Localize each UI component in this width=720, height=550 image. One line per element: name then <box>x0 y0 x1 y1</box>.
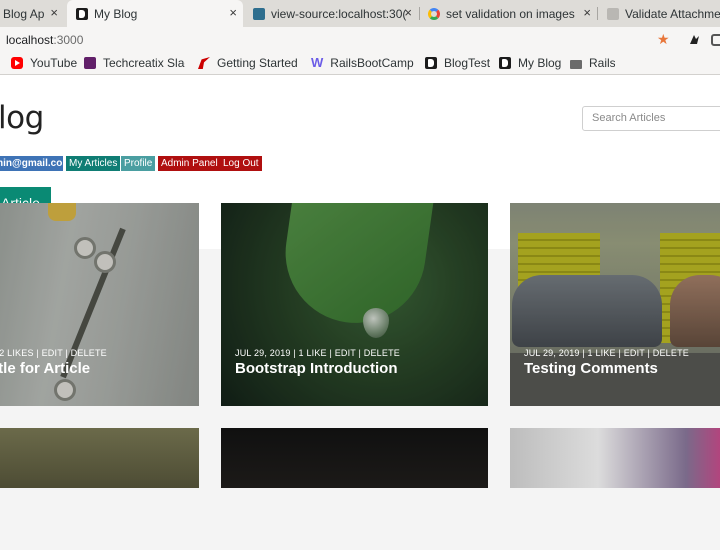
bookmark-railsbootcamp[interactable]: W RailsBootCamp <box>311 56 414 70</box>
logout-link[interactable]: Log Out <box>220 156 262 171</box>
tab-title: set validation on images <box>446 6 575 21</box>
article-title[interactable]: Bootstrap Introduction <box>235 360 397 377</box>
bookmark-label: YouTube <box>30 56 78 70</box>
article-meta: JUL 29, 2019 | 1 LIKE | EDIT | DELETE <box>235 348 400 358</box>
admin-panel-link[interactable]: Admin Panel <box>158 156 221 171</box>
tab-separator <box>597 7 598 20</box>
my-articles-link[interactable]: My Articles <box>66 156 121 171</box>
tab-my-blog[interactable]: My Blog × <box>67 0 243 27</box>
article-title[interactable]: Testing Comments <box>524 360 658 377</box>
close-icon[interactable]: × <box>583 5 591 20</box>
bookmark-label: RailsBootCamp <box>330 56 414 70</box>
blogger-icon <box>76 7 88 20</box>
page-icon <box>253 7 265 20</box>
blogger-icon <box>499 57 511 69</box>
bookmark-rails-folder[interactable]: Rails <box>570 56 615 70</box>
bookmark-label: BlogTest <box>444 56 491 70</box>
article-card[interactable] <box>510 428 720 488</box>
bookmark-my-blog[interactable]: My Blog <box>499 56 561 70</box>
tab-blog-app[interactable]: Blog Ap × <box>0 0 64 27</box>
bookmark-youtube[interactable]: YouTube <box>11 56 81 70</box>
page-icon <box>607 7 619 20</box>
bookmarks-bar: YouTube Techcreatix Slac Getting Started… <box>0 53 720 75</box>
tab-title: Validate Attachmen <box>625 6 720 21</box>
tab-view-source[interactable]: view-source:localhost:30( × <box>246 0 418 27</box>
folder-icon <box>570 59 582 69</box>
url-field[interactable]: localhost:3000 <box>6 33 83 47</box>
article-card[interactable] <box>221 428 488 488</box>
search-input[interactable]: Search Articles <box>582 106 720 131</box>
bookmark-label: Techcreatix Slac <box>103 56 185 70</box>
rails-icon <box>198 57 210 69</box>
extension-icon[interactable] <box>711 34 720 46</box>
profile-link[interactable]: Profile <box>121 156 156 171</box>
bookmark-getting-started[interactable]: Getting Started <box>198 56 299 70</box>
slack-icon <box>84 57 96 69</box>
tab-title: Blog Ap <box>3 6 45 21</box>
bookmark-techcreatix[interactable]: Techcreatix Slac <box>84 56 185 70</box>
tab-set-validation[interactable]: set validation on images × <box>421 0 597 27</box>
bookmark-label: Rails <box>589 56 615 70</box>
w-icon: W <box>311 56 324 70</box>
url-port: :3000 <box>53 33 84 47</box>
bookmark-label: Getting Started <box>217 56 298 70</box>
user-email-badge[interactable]: nin@gmail.com <box>0 156 63 171</box>
article-card[interactable]: JUL 29, 2019 | 1 LIKE | EDIT | DELETE Te… <box>510 203 720 406</box>
close-icon[interactable]: × <box>50 5 58 20</box>
tab-title: view-source:localhost:30( <box>271 6 407 21</box>
extension-icon[interactable] <box>688 33 701 46</box>
bookmark-label: My Blog <box>518 56 561 70</box>
article-title[interactable]: itle for Article <box>0 360 90 377</box>
close-icon[interactable]: × <box>229 5 237 20</box>
article-card[interactable] <box>0 428 199 488</box>
article-meta: JUL 29, 2019 | 1 LIKE | EDIT | DELETE <box>524 348 689 358</box>
site-brand[interactable]: log <box>0 100 44 136</box>
tab-validate-attachments[interactable]: Validate Attachmen <box>600 0 720 27</box>
bookmark-star-icon[interactable]: ★ <box>657 31 670 48</box>
blogger-icon <box>425 57 437 69</box>
tab-title: My Blog <box>94 6 138 21</box>
url-host: localhost <box>6 33 54 47</box>
bookmark-blogtest[interactable]: BlogTest <box>425 56 491 70</box>
article-card[interactable]: | 2 LIKES | EDIT | DELETE itle for Artic… <box>0 203 199 406</box>
address-bar[interactable]: localhost:3000 ★ <box>0 27 720 53</box>
tab-separator <box>419 7 420 20</box>
tab-strip: Blog Ap × My Blog × view-source:localhos… <box>0 0 720 27</box>
close-icon[interactable]: × <box>404 5 412 20</box>
article-meta: | 2 LIKES | EDIT | DELETE <box>0 348 107 358</box>
google-icon <box>428 7 440 20</box>
article-card[interactable]: JUL 29, 2019 | 1 LIKE | EDIT | DELETE Bo… <box>221 203 488 406</box>
youtube-icon <box>11 57 23 69</box>
